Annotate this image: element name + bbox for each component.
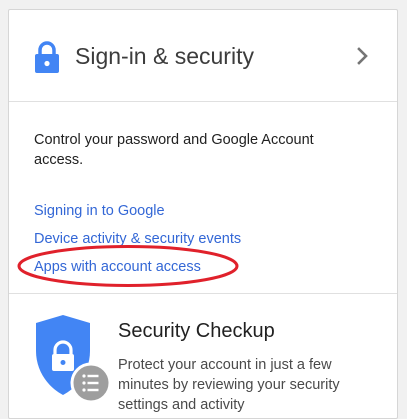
signing-in-link[interactable]: Signing in to Google	[34, 201, 165, 221]
device-activity-link[interactable]: Device activity & security events	[34, 229, 241, 249]
apps-access-link[interactable]: Apps with account access	[34, 257, 201, 277]
checkup-title: Security Checkup	[118, 320, 275, 342]
chevron-right-icon[interactable]	[356, 46, 370, 66]
checkup-description: Protect your account in just a few minut…	[118, 357, 340, 413]
sign-in-section: Control your password and Google Account…	[9, 102, 397, 294]
card-header[interactable]: Sign-in & security	[9, 10, 397, 102]
section-description: Control your password and Google Account…	[34, 132, 314, 168]
shield-lock-icon	[36, 315, 112, 404]
card-title: Sign-in & security	[75, 43, 254, 69]
sign-in-security-card: Sign-in & security Control your password…	[8, 9, 398, 419]
lock-icon	[35, 41, 59, 73]
security-checkup-section[interactable]: Security Checkup Protect your account in…	[9, 294, 397, 418]
